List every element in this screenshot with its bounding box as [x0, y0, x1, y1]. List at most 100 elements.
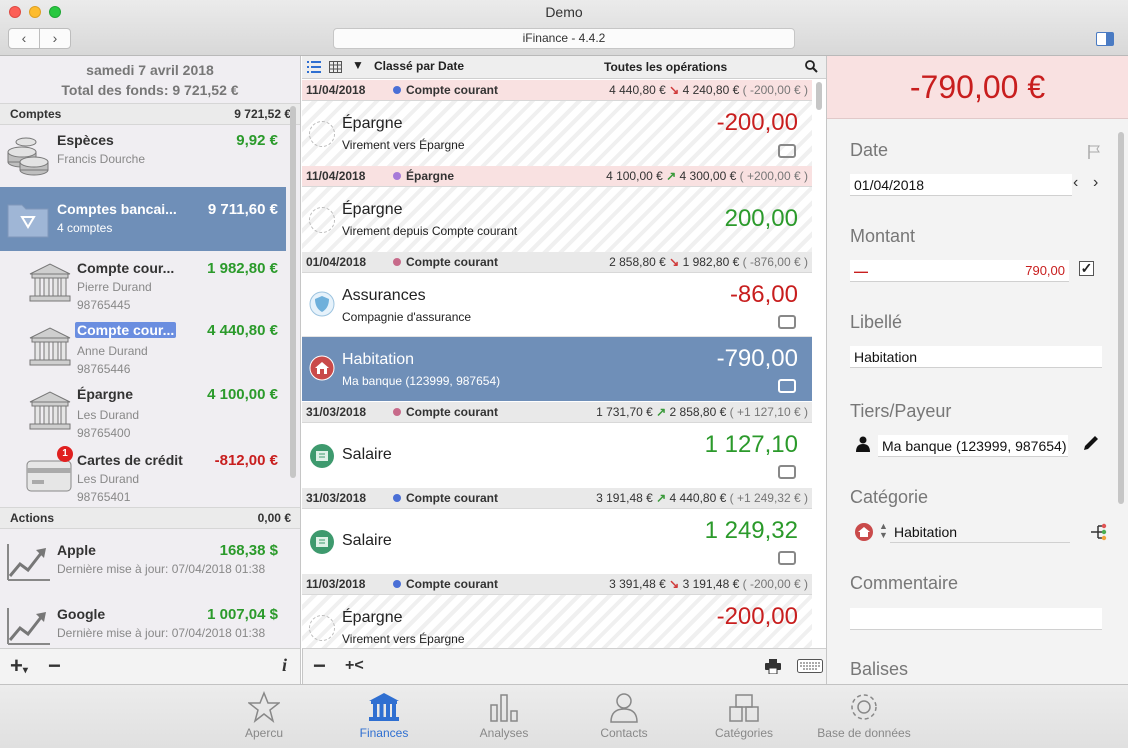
transfer-icon: [309, 207, 335, 233]
back-button[interactable]: ‹: [8, 28, 40, 49]
account-amount: 4 100,00 €: [207, 386, 278, 403]
montant-checkbox[interactable]: ✓: [1079, 261, 1094, 276]
stock-updated: Dernière mise à jour: 07/04/2018 01:38: [57, 562, 266, 576]
date-next-button[interactable]: ›: [1093, 174, 1098, 192]
montant-sign[interactable]: —: [854, 260, 868, 281]
section-comptes[interactable]: Comptes 9 721,52 €: [0, 103, 300, 125]
person-icon: [610, 693, 638, 723]
chart-up-icon: [7, 544, 50, 581]
account-color-dot: [393, 494, 401, 502]
balance-to: 4 240,80 €: [682, 83, 740, 97]
tab-apercu[interactable]: Apercu: [204, 685, 324, 748]
bottom-tab-bar: Apercu Finances Analyses Contacts Catégo…: [0, 684, 1128, 748]
accounts-scrollbar[interactable]: [289, 106, 297, 478]
arrow-up-icon: ↗: [656, 405, 667, 419]
transaction-row[interactable]: Épargne Virement depuis Compte courant 2…: [302, 187, 812, 252]
arrow-down-icon: ↘: [669, 83, 680, 97]
repeat-icon: [778, 465, 796, 479]
account-especes[interactable]: Espèces Francis Dourche 9,92 €: [0, 126, 286, 188]
account-name: Espèces: [57, 132, 114, 148]
account-owner: Pierre Durand: [77, 280, 152, 294]
transaction-row[interactable]: Salaire 1 249,32: [302, 509, 812, 574]
group-balance: 3 391,48 € ↘ 3 191,48 € ( -200,00 € ): [609, 574, 808, 594]
stock-google[interactable]: Google Dernière mise à jour: 07/04/2018 …: [0, 594, 286, 648]
transaction-title: Épargne: [342, 201, 403, 218]
account-color-dot: [393, 258, 401, 266]
transaction-amount: 1 249,32: [704, 517, 798, 544]
account-number: 98765445: [77, 298, 131, 312]
info-icon[interactable]: i: [282, 655, 287, 676]
account-owner: Les Durand: [77, 408, 140, 422]
date-prev-button[interactable]: ‹: [1073, 174, 1078, 192]
balance-from: 3 391,48 €: [609, 577, 666, 591]
section-comptes-amount: 9 721,52 €: [234, 107, 291, 121]
montant-field[interactable]: — 790,00: [850, 260, 1069, 282]
transaction-row[interactable]: Épargne Virement vers Épargne -200,00: [302, 101, 812, 166]
transaction-row[interactable]: Salaire 1 127,10: [302, 423, 812, 488]
account-compte-courant-anne[interactable]: Compte cour... Anne Durand 98765446 4 44…: [0, 316, 286, 380]
group-date: 31/03/2018: [306, 491, 367, 505]
account-compte-courant-pierre[interactable]: Compte cour... Pierre Durand 98765445 1 …: [0, 252, 286, 316]
table-view-icon[interactable]: [329, 61, 342, 73]
balance-delta: ( +1 127,10 € ): [729, 405, 808, 419]
account-cartes-de-credit[interactable]: 1 Cartes de crédit Les Durand 98765401 -…: [0, 444, 286, 508]
edit-pencil-icon[interactable]: [1082, 434, 1100, 452]
account-owner: Anne Durand: [77, 344, 148, 358]
house-icon: [855, 523, 873, 541]
account-owner: Francis Dourche: [57, 152, 146, 166]
stock-updated: Dernière mise à jour: 07/04/2018 01:38: [57, 626, 266, 640]
flag-icon[interactable]: [1087, 144, 1101, 160]
search-icon[interactable]: [805, 60, 818, 73]
transactions-scrollbar[interactable]: [815, 82, 823, 112]
balance-from: 2 858,80 €: [609, 255, 666, 269]
transaction-row-selected[interactable]: Habitation Ma banque (123999, 987654) -7…: [302, 337, 812, 401]
transaction-row[interactable]: Assurances Compagnie d'assurance -86,00: [302, 273, 812, 337]
star-icon: [248, 691, 280, 723]
section-actions[interactable]: Actions 0,00 €: [0, 507, 300, 529]
tab-label: Base de données: [817, 726, 911, 740]
remove-account-button[interactable]: −: [48, 655, 61, 677]
transaction-subtitle: Virement vers Épargne: [342, 632, 465, 646]
account-amount: 1 982,80 €: [207, 260, 278, 277]
filter-label[interactable]: Toutes les opérations: [604, 60, 727, 74]
add-split-button[interactable]: +<: [345, 657, 364, 675]
libelle-field[interactable]: Habitation: [850, 346, 1102, 368]
print-icon[interactable]: [765, 659, 781, 674]
remove-transaction-button[interactable]: −: [313, 655, 326, 677]
credit-card-icon: [26, 460, 72, 492]
tab-analyses[interactable]: Analyses: [444, 685, 564, 748]
date-field[interactable]: 01/04/2018: [850, 174, 1072, 196]
transaction-subtitle: Ma banque (123999, 987654): [342, 374, 501, 388]
sort-label[interactable]: Classé par Date: [374, 59, 464, 73]
group-date: 11/04/2018: [306, 83, 366, 97]
tab-finances[interactable]: Finances: [324, 685, 444, 748]
account-count: 4 comptes: [57, 221, 113, 235]
salary-icon: [310, 444, 334, 468]
arrow-up-icon: ↗: [666, 169, 677, 183]
detail-scrollbar[interactable]: [1117, 132, 1125, 504]
balance-delta: ( -876,00 € ): [742, 255, 808, 269]
transaction-amount: -790,00: [716, 345, 798, 372]
account-epargne[interactable]: Épargne Les Durand 98765400 4 100,00 €: [0, 380, 286, 444]
transaction-row[interactable]: Épargne Virement vers Épargne -200,00: [302, 595, 812, 648]
categorie-field[interactable]: Habitation: [890, 521, 1070, 543]
tiers-field[interactable]: Ma banque (123999, 987654): [878, 435, 1068, 457]
sidebar-toggle-icon[interactable]: [1096, 32, 1114, 46]
add-account-button[interactable]: +▾: [10, 655, 28, 682]
category-stepper-icon[interactable]: ▲ ▼: [879, 522, 888, 540]
list-view-icon[interactable]: [307, 61, 321, 73]
category-tree-icon[interactable]: [1090, 523, 1108, 541]
group-account: Compte courant: [406, 255, 499, 269]
tab-base-de-donnees[interactable]: Base de données: [804, 685, 924, 748]
keyboard-icon[interactable]: [797, 659, 823, 673]
account-group-comptes-bancaires[interactable]: Comptes bancai... 4 comptes 9 711,60 €: [0, 187, 286, 251]
sort-dropdown-icon[interactable]: ▼: [352, 58, 364, 72]
group-balance: 2 858,80 € ↘ 1 982,80 € ( -876,00 € ): [609, 252, 808, 272]
tab-categories[interactable]: Catégories: [684, 685, 804, 748]
stock-apple[interactable]: Apple Dernière mise à jour: 07/04/2018 0…: [0, 530, 286, 594]
chart-up-icon: [7, 608, 50, 645]
commentaire-field[interactable]: [850, 608, 1102, 630]
transaction-title: Salaire: [342, 446, 392, 463]
forward-button[interactable]: ›: [39, 28, 71, 49]
tab-contacts[interactable]: Contacts: [564, 685, 684, 748]
